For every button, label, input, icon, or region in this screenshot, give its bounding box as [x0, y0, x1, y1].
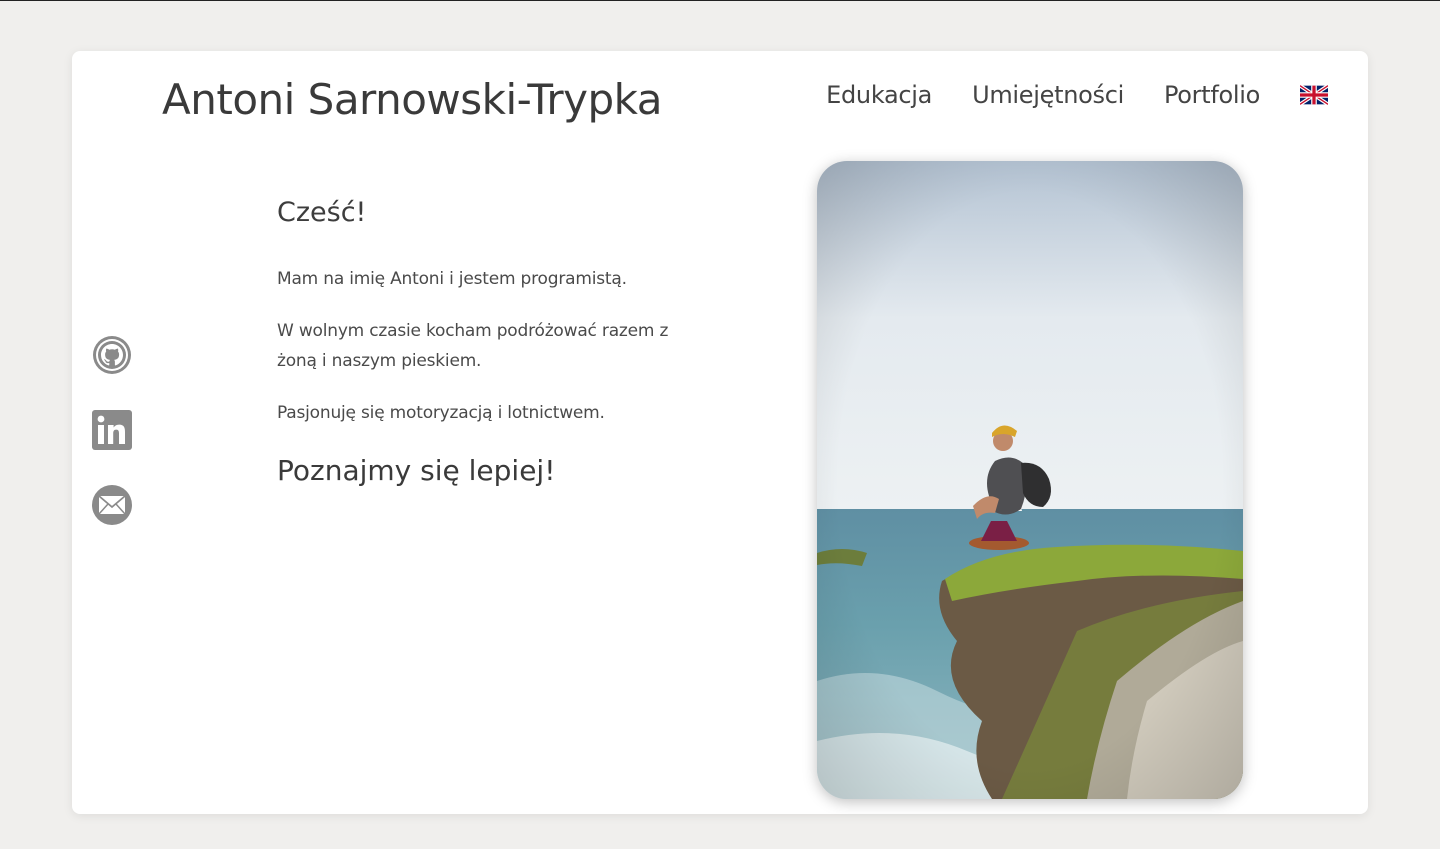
- cta-heading[interactable]: Poznajmy się lepiej!: [277, 454, 677, 487]
- nav-link-portfolio[interactable]: Portfolio: [1164, 81, 1260, 109]
- intro-section: Cześć! Mam na imię Antoni i jestem progr…: [277, 197, 677, 487]
- linkedin-icon[interactable]: [92, 410, 132, 450]
- nav-link-edukacja[interactable]: Edukacja: [826, 81, 932, 109]
- uk-flag-icon[interactable]: [1298, 84, 1330, 106]
- passion-paragraph: Pasjonuję się motoryzacją i lotnictwem.: [277, 403, 605, 423]
- profile-photo: [817, 161, 1243, 799]
- main-nav: Edukacja Umiejętności Portfolio: [826, 81, 1330, 109]
- greeting-heading: Cześć!: [277, 197, 367, 228]
- nav-link-umiejetnosci[interactable]: Umiejętności: [972, 81, 1124, 109]
- intro-paragraph: Mam na imię Antoni i jestem programistą.: [277, 269, 627, 289]
- social-links: [92, 335, 132, 560]
- site-title[interactable]: Antoni Sarnowski-Trypka: [162, 75, 663, 124]
- email-icon[interactable]: [92, 485, 132, 525]
- hobby-paragraph: W wolnym czasie kocham podróżować razem …: [277, 321, 669, 371]
- github-icon[interactable]: [92, 335, 132, 375]
- main-card: Antoni Sarnowski-Trypka Edukacja Umiejęt…: [72, 51, 1368, 814]
